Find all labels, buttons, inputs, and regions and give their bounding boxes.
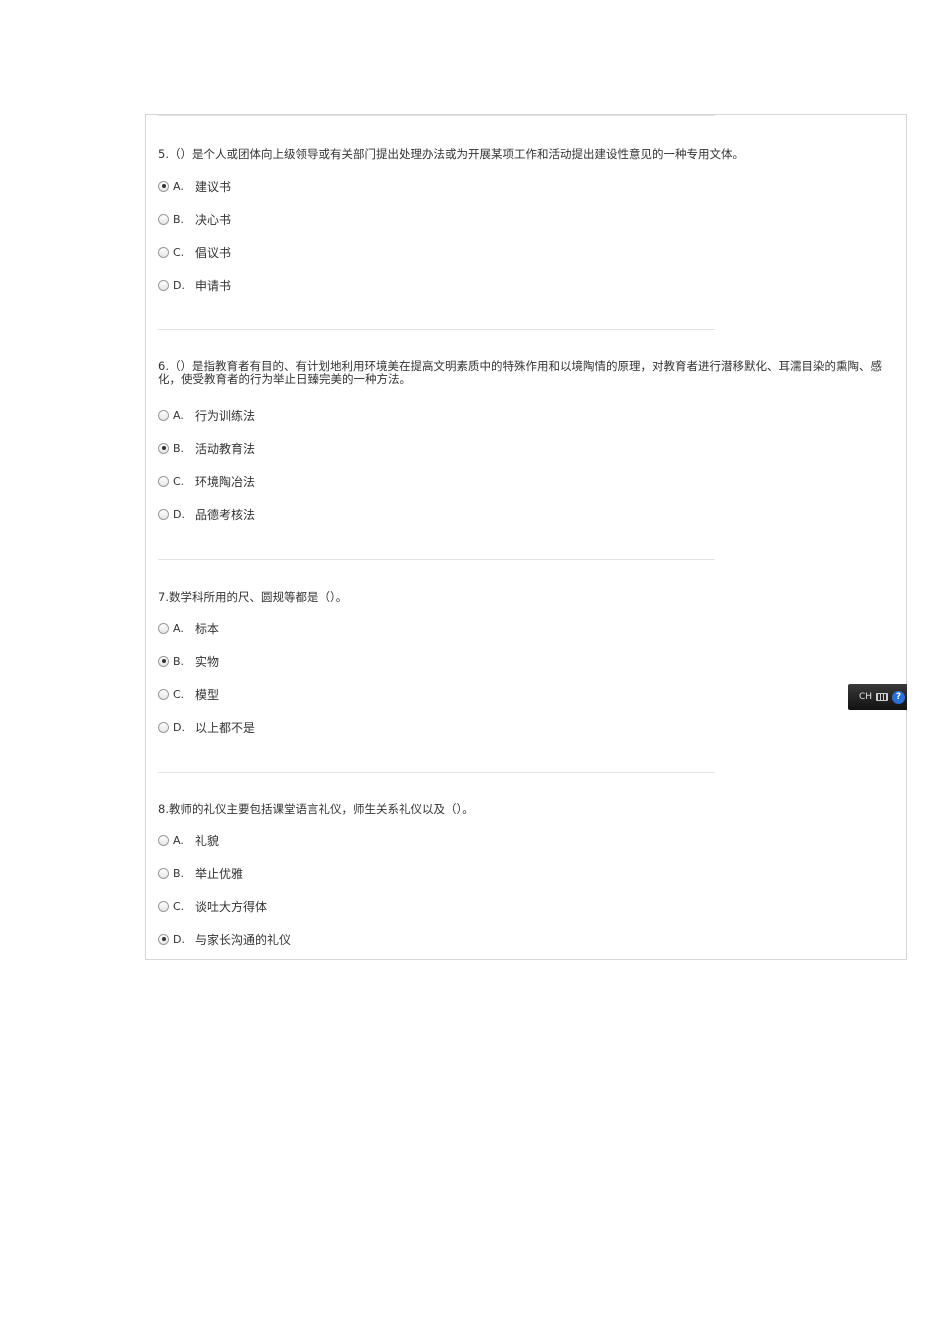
keyboard-icon[interactable]: [876, 693, 888, 701]
radio-button[interactable]: [158, 442, 169, 454]
question-divider: [158, 559, 715, 560]
option-b[interactable]: B. 活动教育法: [158, 439, 255, 457]
ime-toolbar[interactable]: CH ?: [848, 684, 907, 710]
option-text: 行为训练法: [195, 408, 256, 423]
option-text: 建议书: [195, 179, 232, 194]
question-5: 5.（）是个人或团体向上级领导或有关部门提出处理办法或为开展某项工作和活动提出建…: [158, 148, 898, 318]
radio-button[interactable]: [158, 867, 169, 879]
option-letter: D.: [173, 278, 185, 292]
option-letter: B.: [173, 441, 185, 455]
question-divider: [158, 329, 715, 330]
option-text: 模型: [195, 687, 220, 702]
option-text: 举止优雅: [195, 866, 244, 881]
option-d[interactable]: D. 与家长沟通的礼仪: [158, 930, 291, 948]
question-7: 7.数学科所用的尺、圆规等都是（）。 A. 标本 B. 实物 C. 模型 D. …: [158, 591, 898, 761]
radio-button[interactable]: [158, 933, 169, 945]
radio-button[interactable]: [158, 721, 169, 733]
radio-button[interactable]: [158, 834, 169, 846]
radio-button[interactable]: [158, 655, 169, 667]
option-c[interactable]: C. 谈吐大方得体: [158, 897, 267, 915]
option-letter: C.: [173, 474, 185, 488]
quiz-panel: 5.（）是个人或团体向上级领导或有关部门提出处理办法或为开展某项工作和活动提出建…: [145, 114, 907, 960]
option-d[interactable]: D. 申请书: [158, 276, 231, 294]
option-b[interactable]: B. 决心书: [158, 210, 231, 228]
option-text: 与家长沟通的礼仪: [195, 932, 292, 947]
question-text: 6.（）是指教育者有目的、有计划地利用环境美在提高文明素质中的特殊作用和以境陶情…: [158, 359, 882, 386]
option-letter: D.: [173, 932, 185, 946]
radio-button[interactable]: [158, 508, 169, 520]
option-a[interactable]: A. 标本: [158, 619, 219, 637]
option-a[interactable]: A. 行为训练法: [158, 406, 255, 424]
option-c[interactable]: C. 模型: [158, 685, 219, 703]
option-letter: A.: [173, 408, 184, 422]
option-letter: C.: [173, 899, 185, 913]
radio-button[interactable]: [158, 475, 169, 487]
option-letter: A.: [173, 833, 184, 847]
option-d[interactable]: D. 品德考核法: [158, 505, 255, 523]
option-letter: A.: [173, 621, 184, 635]
option-letter: C.: [173, 245, 185, 259]
option-d[interactable]: D. 以上都不是: [158, 718, 255, 736]
radio-button[interactable]: [158, 246, 169, 258]
ime-language-label[interactable]: CH: [859, 692, 872, 702]
question-divider: [158, 115, 715, 116]
radio-button[interactable]: [158, 279, 169, 291]
option-text: 活动教育法: [195, 441, 256, 456]
question-text: 8.教师的礼仪主要包括课堂语言礼仪，师生关系礼仪以及（）。: [158, 802, 474, 816]
option-text: 礼貌: [195, 833, 220, 848]
option-text: 申请书: [195, 278, 232, 293]
radio-button[interactable]: [158, 900, 169, 912]
question-text: 7.数学科所用的尺、圆规等都是（）。: [158, 590, 348, 604]
option-text: 谈吐大方得体: [195, 899, 268, 914]
radio-button[interactable]: [158, 409, 169, 421]
option-letter: B.: [173, 654, 185, 668]
option-text: 标本: [195, 621, 220, 636]
option-c[interactable]: C. 倡议书: [158, 243, 231, 261]
option-text: 以上都不是: [195, 720, 256, 735]
option-text: 决心书: [195, 212, 232, 227]
option-letter: B.: [173, 866, 185, 880]
option-text: 实物: [195, 654, 220, 669]
option-b[interactable]: B. 实物: [158, 652, 219, 670]
question-divider: [158, 772, 715, 773]
option-b[interactable]: B. 举止优雅: [158, 864, 243, 882]
option-letter: B.: [173, 212, 185, 226]
option-c[interactable]: C. 环境陶冶法: [158, 472, 255, 490]
option-letter: A.: [173, 179, 184, 193]
radio-button[interactable]: [158, 622, 169, 634]
help-icon[interactable]: ?: [892, 690, 905, 704]
radio-button[interactable]: [158, 688, 169, 700]
question-8: 8.教师的礼仪主要包括课堂语言礼仪，师生关系礼仪以及（）。 A. 礼貌 B. 举…: [158, 803, 898, 953]
option-a[interactable]: A. 建议书: [158, 177, 231, 195]
option-letter: C.: [173, 687, 185, 701]
radio-button[interactable]: [158, 180, 169, 192]
question-6: 6.（）是指教育者有目的、有计划地利用环境美在提高文明素质中的特殊作用和以境陶情…: [158, 360, 898, 540]
option-letter: D.: [173, 720, 185, 734]
option-text: 环境陶冶法: [195, 474, 256, 489]
option-a[interactable]: A. 礼貌: [158, 831, 219, 849]
option-text: 倡议书: [195, 245, 232, 260]
radio-button[interactable]: [158, 213, 169, 225]
question-text: 5.（）是个人或团体向上级领导或有关部门提出处理办法或为开展某项工作和活动提出建…: [158, 147, 744, 161]
option-text: 品德考核法: [195, 507, 256, 522]
option-letter: D.: [173, 507, 185, 521]
